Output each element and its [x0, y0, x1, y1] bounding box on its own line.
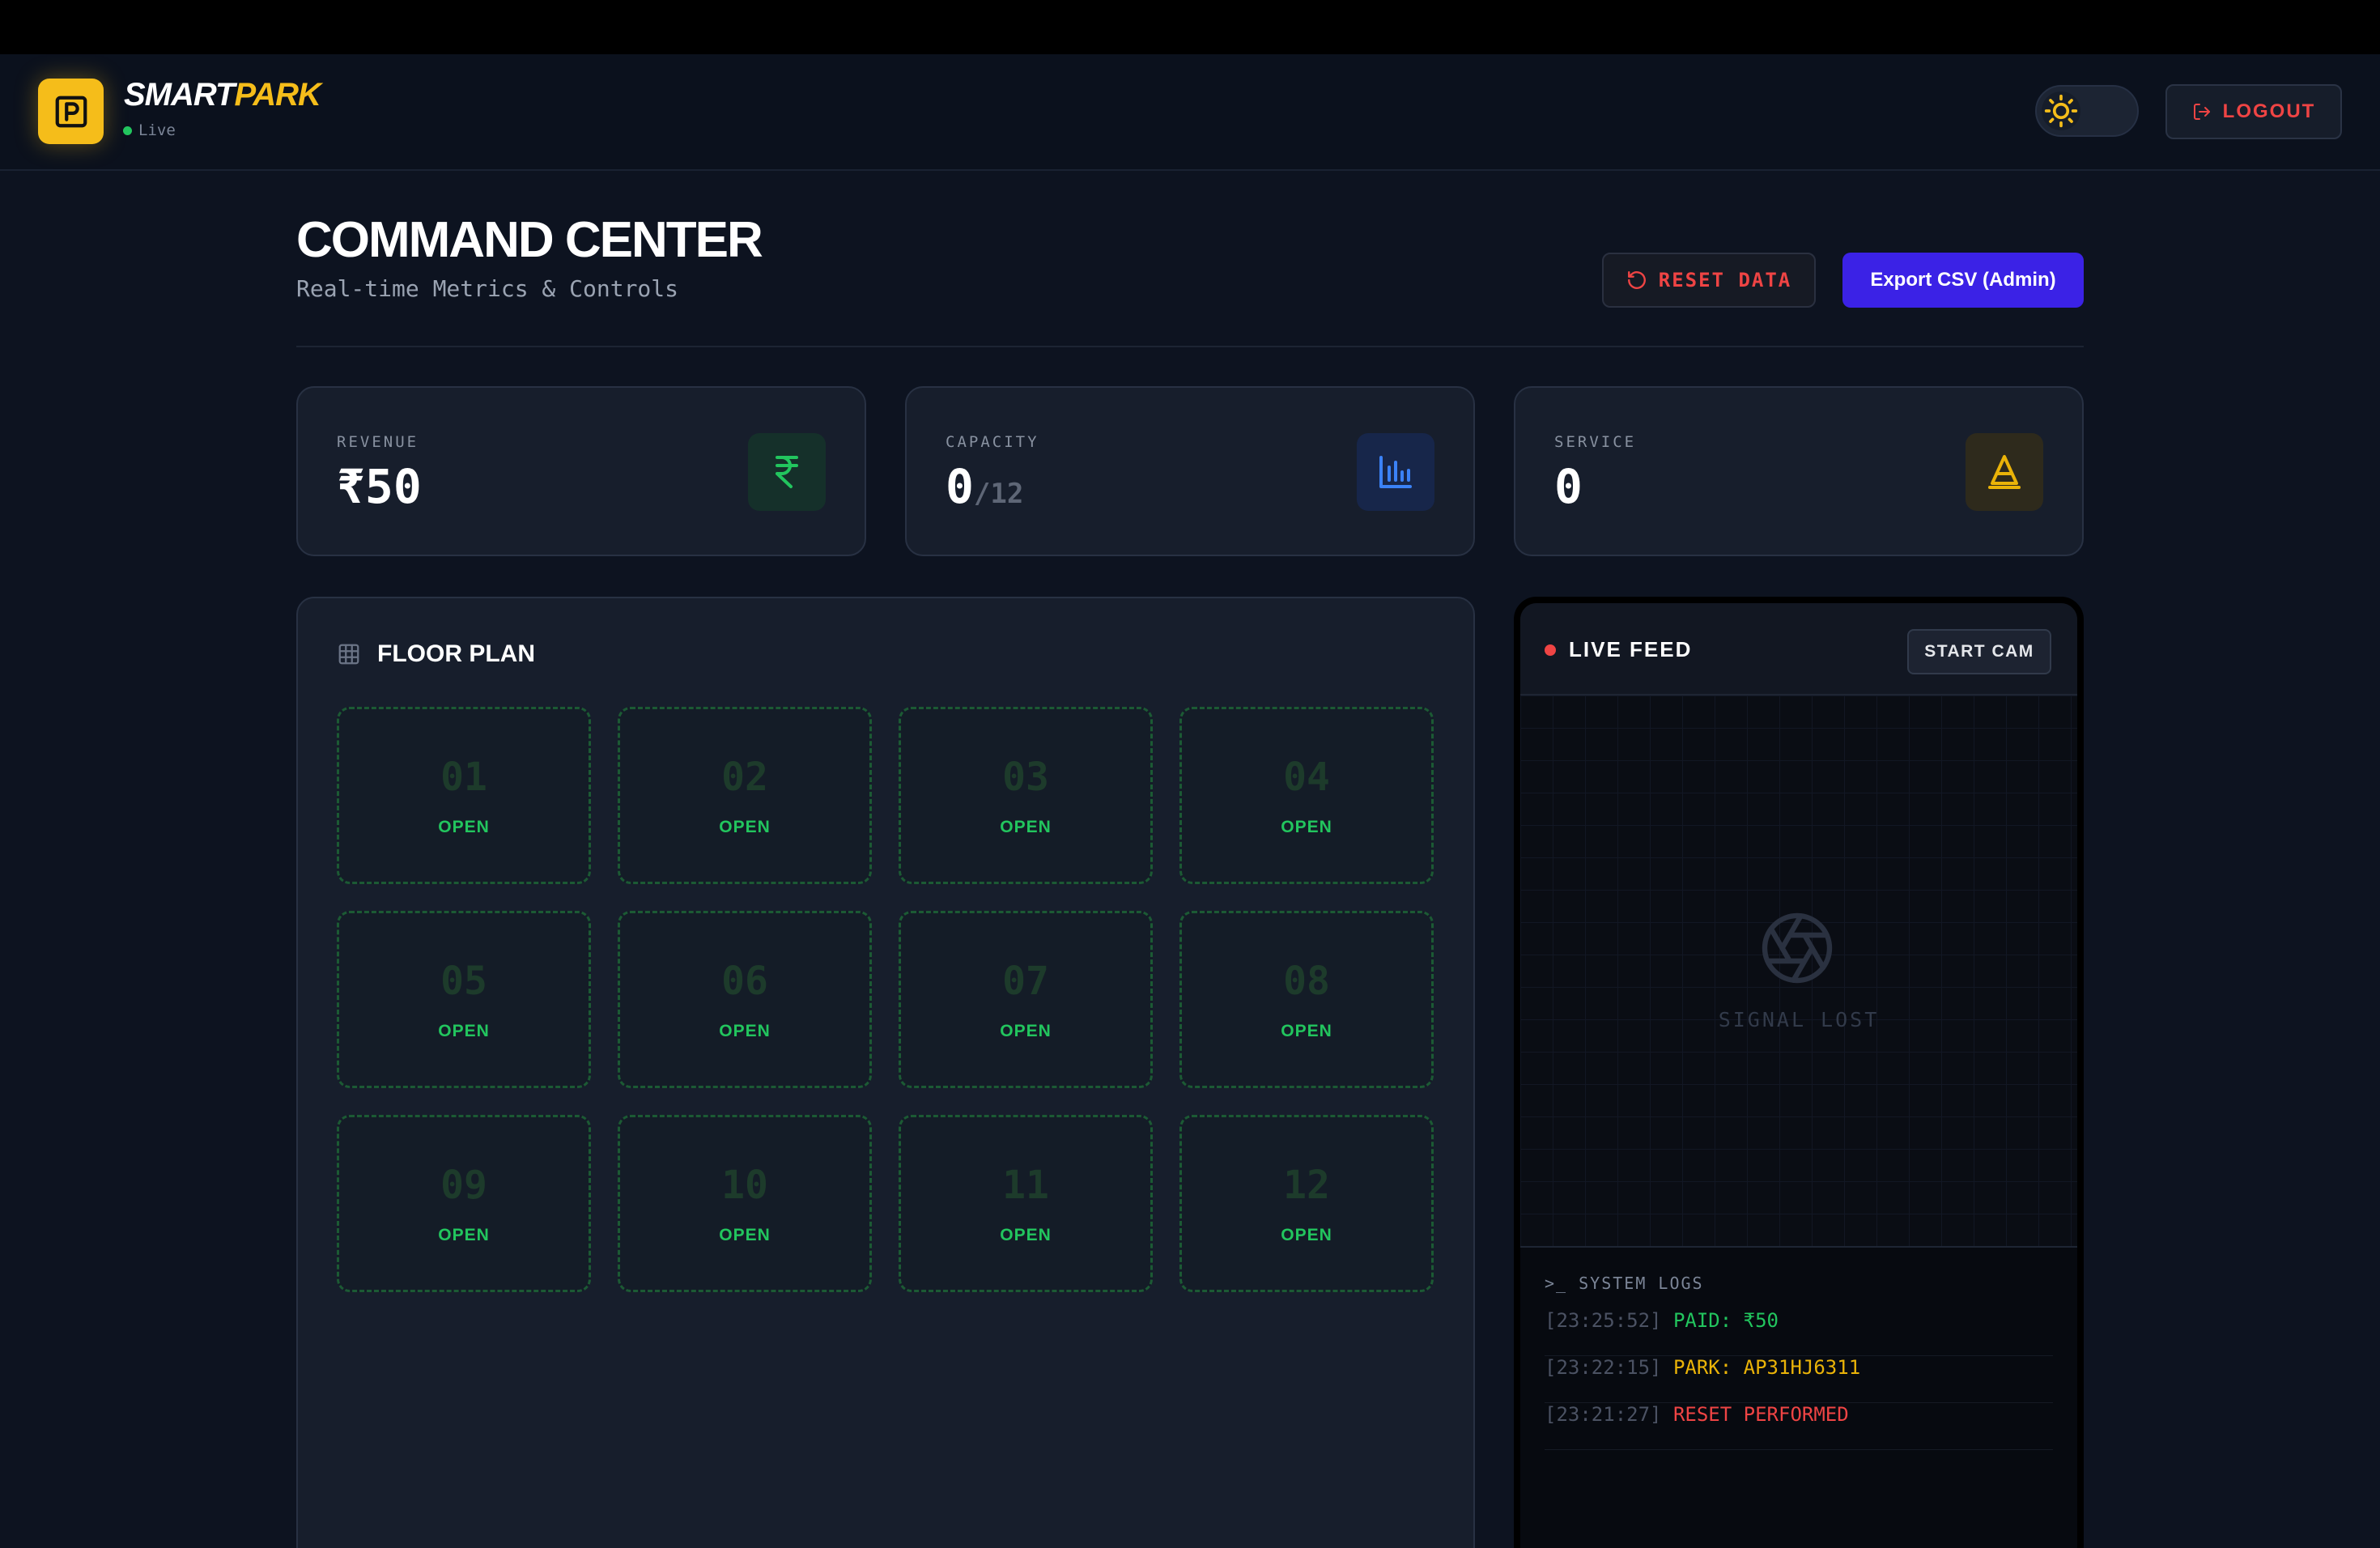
live-feed-title-text: LIVE FEED [1569, 637, 1693, 661]
log-message: PARK: AP31HJ6311 [1672, 1356, 1861, 1379]
slot-status: OPEN [1000, 1022, 1052, 1040]
slot-status: OPEN [1281, 1226, 1332, 1244]
export-csv-button[interactable]: Export CSV (Admin) [1842, 253, 2084, 308]
camera-aperture-icon [1762, 912, 1833, 984]
reset-data-button[interactable]: RESET DATA [1602, 253, 1816, 308]
service-card: SERVICE 0 [1514, 386, 2084, 556]
capacity-total: /12 [973, 478, 1024, 510]
slot-status: OPEN [438, 1022, 490, 1040]
reset-data-label: RESET DATA [1658, 269, 1792, 291]
system-logs-title: >_ SYSTEM LOGS [1545, 1274, 1704, 1293]
recording-dot-icon [1545, 644, 1556, 656]
rupee-icon [748, 433, 826, 511]
parking-slot-11[interactable]: 11 OPEN [899, 1115, 1153, 1292]
reset-icon [1627, 271, 1646, 289]
slot-number: 05 [440, 959, 487, 1004]
log-row: [23:21:27] RESET PERFORMED [1545, 1403, 2053, 1450]
top-header: SMARTPARK Live LOGOUT [0, 54, 2380, 171]
theme-toggle[interactable] [2035, 85, 2139, 137]
parking-slot-08[interactable]: 08 OPEN [1179, 911, 1434, 1088]
live-status-label: Live [138, 121, 176, 139]
log-time: [23:22:15] [1545, 1356, 1662, 1379]
slot-status: OPEN [1281, 1022, 1332, 1040]
slot-status: OPEN [438, 1226, 490, 1244]
parking-slot-04[interactable]: 04 OPEN [1179, 707, 1434, 884]
page-title: COMMAND CENTER [296, 212, 763, 268]
parking-slot-03[interactable]: 03 OPEN [899, 707, 1153, 884]
slot-number: 10 [721, 1163, 768, 1208]
parking-logo-icon[interactable] [38, 79, 104, 144]
logout-label: LOGOUT [2222, 100, 2316, 122]
app-root: SMARTPARK Live LOGOUT COMMAND CENTER Rea… [0, 54, 2380, 1548]
slot-status: OPEN [719, 818, 771, 836]
revenue-label: REVENUE [337, 433, 419, 451]
slot-number: 02 [721, 755, 768, 800]
floor-plan-panel: FLOOR PLAN 01 OPEN 02 OPEN 03 OPEN 04 OPEN 0… [296, 597, 1475, 1548]
revenue-card: REVENUE ₹50 [296, 386, 866, 556]
parking-slot-05[interactable]: 05 OPEN [337, 911, 591, 1088]
service-value: 0 [1554, 459, 1583, 514]
log-time: [23:25:52] [1545, 1309, 1662, 1332]
parking-slot-09[interactable]: 09 OPEN [337, 1115, 591, 1292]
revenue-value: ₹50 [337, 459, 422, 514]
parking-slot-10[interactable]: 10 OPEN [618, 1115, 872, 1292]
live-feed-header: LIVE FEED START CAM [1520, 603, 2077, 695]
slot-number: 03 [1002, 755, 1049, 800]
page-subtitle: Real-time Metrics & Controls [296, 275, 679, 302]
sun-icon [2042, 91, 2080, 130]
live-feed-panel: LIVE FEED START CAM SIGNAL LOST >_ SYSTE… [1514, 597, 2084, 1548]
slot-number: 08 [1283, 959, 1330, 1004]
slot-number: 06 [721, 959, 768, 1004]
system-logs: >_ SYSTEM LOGS [23:25:52] PAID: ₹50 [23:… [1520, 1246, 2077, 1548]
service-label: SERVICE [1554, 433, 1637, 451]
capacity-card: CAPACITY 0/12 [905, 386, 1475, 556]
signal-lost-text: SIGNAL LOST [1718, 1008, 1880, 1031]
live-feed-title: LIVE FEED [1545, 637, 1692, 662]
logout-button[interactable]: LOGOUT [2165, 84, 2342, 139]
header-divider [296, 346, 2084, 347]
live-status: Live [123, 121, 176, 139]
logout-icon [2193, 104, 2210, 120]
slot-number: 07 [1002, 959, 1049, 1004]
capacity-occupied: 0 [946, 459, 974, 514]
log-message: RESET PERFORMED [1672, 1403, 1849, 1426]
slot-number: 09 [440, 1163, 487, 1208]
brand-name: SMARTPARK [124, 77, 321, 113]
browser-top-strip [0, 0, 2380, 54]
slot-status: OPEN [719, 1226, 771, 1244]
live-dot-icon [123, 125, 132, 135]
parking-slot-12[interactable]: 12 OPEN [1179, 1115, 1434, 1292]
camera-viewport: SIGNAL LOST [1520, 695, 2077, 1246]
slot-number: 04 [1283, 755, 1330, 800]
parking-slot-06[interactable]: 06 OPEN [618, 911, 872, 1088]
capacity-label: CAPACITY [946, 433, 1039, 451]
log-time: [23:21:27] [1545, 1403, 1662, 1426]
floor-plan-title: FLOOR PLAN [337, 640, 535, 668]
parking-slot-01[interactable]: 01 OPEN [337, 707, 591, 884]
cone-icon [1966, 433, 2043, 511]
start-cam-button[interactable]: START CAM [1907, 629, 2051, 674]
parking-slot-07[interactable]: 07 OPEN [899, 911, 1153, 1088]
floor-plan-title-text: FLOOR PLAN [377, 640, 535, 667]
log-row: [23:22:15] PARK: AP31HJ6311 [1545, 1356, 2053, 1403]
slot-status: OPEN [1000, 818, 1052, 836]
log-message: PAID: ₹50 [1672, 1309, 1779, 1332]
slot-status: OPEN [719, 1022, 771, 1040]
slot-number: 01 [440, 755, 487, 800]
log-row: [23:25:52] PAID: ₹50 [1545, 1309, 2053, 1356]
slot-number: 12 [1283, 1163, 1330, 1208]
slot-status: OPEN [438, 818, 490, 836]
parking-slot-02[interactable]: 02 OPEN [618, 707, 872, 884]
brand-part-park: PARK [234, 77, 321, 113]
capacity-value: 0/12 [946, 459, 1023, 514]
slot-status: OPEN [1281, 818, 1332, 836]
grid-icon [338, 644, 359, 665]
slot-status: OPEN [1000, 1226, 1052, 1244]
bar-chart-icon [1357, 433, 1434, 511]
brand-part-smart: SMART [124, 77, 235, 113]
slot-number: 11 [1002, 1163, 1049, 1208]
